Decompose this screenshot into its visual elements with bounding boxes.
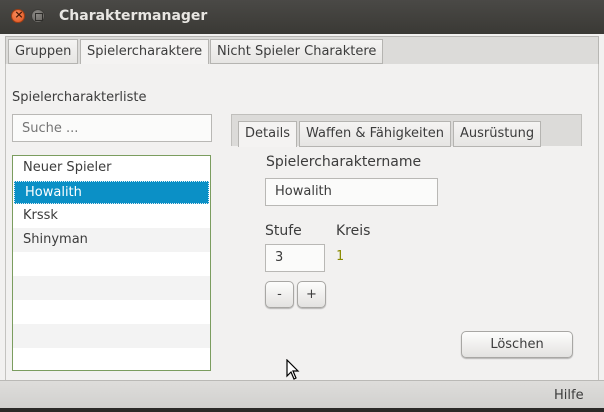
minimize-window-button[interactable]	[31, 9, 45, 23]
window-title: Charaktermanager	[59, 8, 208, 24]
level-field[interactable]: 3	[265, 244, 325, 272]
empty-list-row	[13, 324, 210, 348]
character-name-field[interactable]: Howalith	[265, 178, 438, 206]
character-name-label: Spielercharaktername	[266, 154, 422, 170]
title-bar: × Charaktermanager	[0, 0, 604, 34]
help-menu[interactable]: Hilfe	[554, 388, 584, 403]
detail-tab-strip: Details Waffen & Fähigkeiten Ausrüstung	[231, 114, 582, 147]
character-list[interactable]: Neuer Spieler Howalith Krssk Shinyman	[12, 155, 211, 371]
tab-nicht-spieler-charaktere[interactable]: Nicht Spieler Charaktere	[210, 39, 384, 64]
empty-list-row	[13, 276, 210, 300]
tab-spielercharaktere[interactable]: Spielercharaktere	[80, 39, 210, 66]
tab-ausruestung[interactable]: Ausrüstung	[453, 121, 542, 147]
increment-level-button[interactable]: +	[297, 281, 326, 308]
character-list-heading: Spielercharakterliste	[12, 90, 147, 105]
list-item[interactable]: Neuer Spieler	[13, 156, 210, 180]
search-input[interactable]	[12, 114, 212, 142]
minimize-icon	[35, 13, 43, 21]
empty-list-row	[13, 300, 210, 324]
decrement-level-button[interactable]: -	[265, 281, 294, 308]
footer-bar: Hilfe	[0, 380, 604, 408]
main-tab-strip: Gruppen Spielercharaktere Nicht Spieler …	[5, 36, 599, 66]
circle-value: 1	[336, 249, 344, 264]
list-item-selected[interactable]: Howalith	[14, 181, 209, 204]
background-strip	[0, 408, 604, 412]
tab-gruppen[interactable]: Gruppen	[8, 39, 79, 64]
circle-label: Kreis	[336, 223, 371, 239]
empty-list-row	[13, 252, 210, 276]
close-icon: ×	[14, 8, 24, 21]
list-item[interactable]: Shinyman	[13, 228, 210, 252]
delete-button[interactable]: Löschen	[461, 331, 573, 358]
mouse-pointer-icon	[286, 359, 300, 380]
close-window-button[interactable]: ×	[11, 8, 25, 23]
level-label: Stufe	[265, 223, 302, 239]
tab-details[interactable]: Details	[238, 121, 298, 147]
tab-waffen-faehigkeiten[interactable]: Waffen & Fähigkeiten	[299, 121, 451, 147]
empty-list-row	[13, 348, 210, 370]
list-item[interactable]: Krssk	[13, 204, 210, 228]
